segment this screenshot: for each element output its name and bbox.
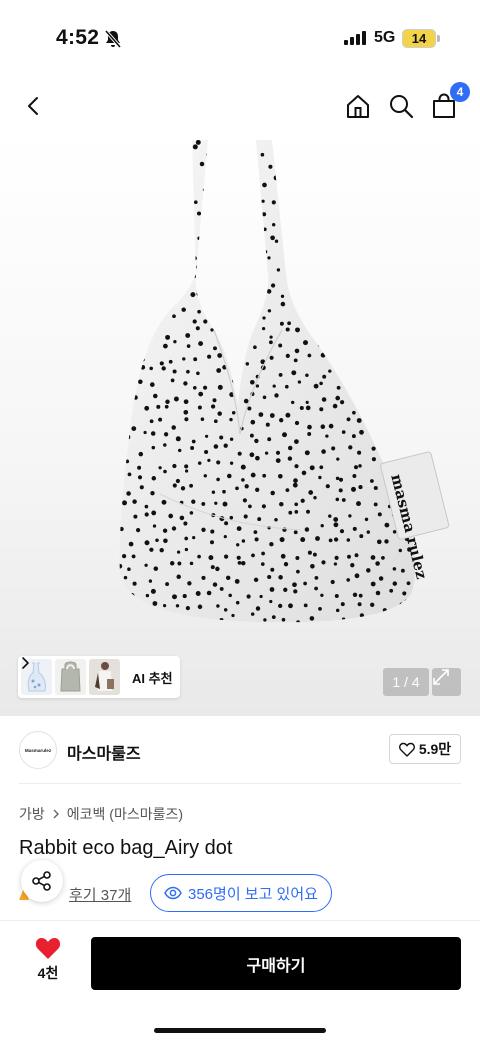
divider xyxy=(19,783,461,784)
home-indicator xyxy=(154,1028,326,1033)
breadcrumb-subcategory[interactable]: 에코백 (마스마룰즈) xyxy=(67,804,183,824)
reviews-link[interactable]: 후기 37개 xyxy=(69,884,131,905)
wishlist-count: 4천 xyxy=(37,965,59,981)
ai-recommend-strip[interactable]: AI 추천 xyxy=(18,656,180,698)
cart-badge: 4 xyxy=(450,82,470,102)
review-row: 후기 37개 356명이 보고 있어요 xyxy=(19,860,461,914)
eye-icon xyxy=(164,886,182,900)
product-title: Rabbit eco bag_Airy dot xyxy=(19,837,233,859)
cart-button[interactable]: 4 xyxy=(426,82,470,124)
battery-level: 14 xyxy=(411,31,427,46)
search-icon xyxy=(390,95,414,119)
back-button[interactable] xyxy=(16,88,52,124)
product-image-gallery[interactable]: masma rulez AI 추천 1 / 4 xyxy=(0,134,480,716)
wishlist-button[interactable]: 4천 xyxy=(22,937,74,993)
ai-thumb-2[interactable] xyxy=(55,659,86,695)
buy-button[interactable]: 구매하기 xyxy=(91,937,461,990)
home-button[interactable] xyxy=(340,88,376,124)
ai-thumb-3[interactable] xyxy=(89,659,120,695)
network-type: 5G xyxy=(374,29,396,46)
breadcrumb: 가방 에코백 (마스마룰즈) xyxy=(19,804,183,824)
heart-filled-icon xyxy=(35,938,61,959)
signal-icon xyxy=(344,31,366,45)
expand-button[interactable] xyxy=(432,668,461,696)
brand-like-count: 5.9만 xyxy=(418,741,452,757)
chevron-right-icon xyxy=(53,809,59,819)
nav-bar: 4 xyxy=(0,78,480,134)
product-photo: masma rulez xyxy=(119,140,450,623)
expand-icon xyxy=(433,669,449,685)
battery-tip xyxy=(437,35,440,42)
image-pager: 1 / 4 xyxy=(383,668,429,696)
viewers-chip: 356명이 보고 있어요 xyxy=(150,874,332,912)
brand-logo-text: Masmarulez xyxy=(24,747,52,753)
chevron-left-icon xyxy=(28,97,38,115)
ai-recommend-label: AI 추천 xyxy=(132,670,173,686)
bottom-action-bar: 4천 구매하기 xyxy=(0,920,480,1044)
brand-row: Masmarulez 마스마룰즈 5.9만 xyxy=(0,726,480,774)
heart-outline-icon xyxy=(398,742,415,757)
viewers-text: 356명이 보고 있어요 xyxy=(188,885,318,903)
brand-name[interactable]: 마스마룰즈 xyxy=(67,740,141,764)
bell-off-icon xyxy=(104,29,122,49)
chevron-right-icon xyxy=(22,657,29,669)
search-button[interactable] xyxy=(383,88,419,124)
share-button[interactable] xyxy=(21,860,63,902)
status-bar: 4:52 5G 14 xyxy=(0,0,480,70)
status-time: 4:52 xyxy=(56,26,100,49)
brand-logo[interactable]: Masmarulez xyxy=(19,731,57,769)
home-icon xyxy=(347,95,369,118)
share-icon xyxy=(32,871,51,891)
breadcrumb-category[interactable]: 가방 xyxy=(19,804,45,824)
brand-like-button[interactable]: 5.9만 xyxy=(389,734,461,764)
battery-icon: 14 xyxy=(402,29,436,48)
